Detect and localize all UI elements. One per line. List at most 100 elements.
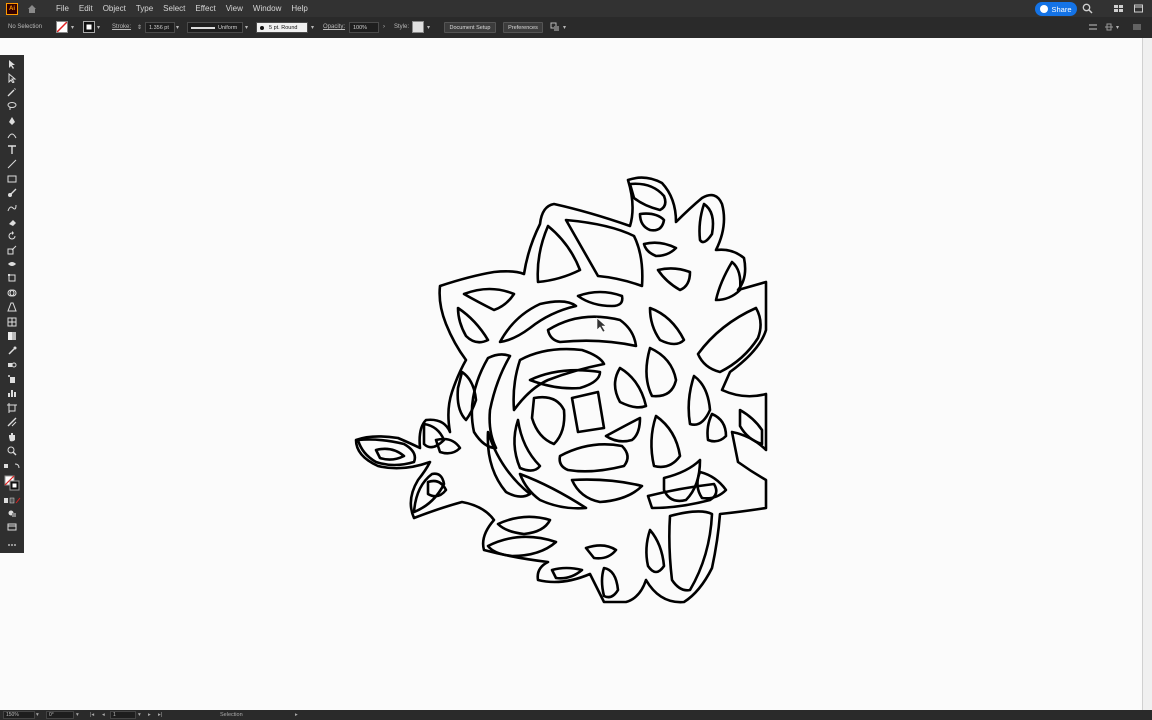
share-button[interactable]: Share xyxy=(1035,2,1077,16)
previous-artboard-icon[interactable]: ◂ xyxy=(102,712,105,718)
fill-swatch[interactable] xyxy=(56,21,68,33)
menu-effect[interactable]: Effect xyxy=(190,4,220,13)
perspective-grid-tool[interactable] xyxy=(6,301,17,312)
first-artboard-icon[interactable]: |◂ xyxy=(90,712,94,718)
search-icon[interactable] xyxy=(1082,3,1093,14)
menu-select[interactable]: Select xyxy=(158,4,190,13)
transform-icon[interactable] xyxy=(1104,22,1114,32)
leaf-cut xyxy=(422,422,446,449)
status-menu-icon[interactable]: ▸ xyxy=(295,712,298,718)
tools-panel xyxy=(0,55,24,553)
column-graph-tool[interactable] xyxy=(6,387,17,398)
opacity-expand-icon[interactable]: › xyxy=(383,24,385,30)
petal-cut xyxy=(642,241,678,258)
workspace-switcher-icon[interactable] xyxy=(1113,3,1124,14)
arrange-dropdown-icon[interactable]: ▾ xyxy=(563,24,566,31)
opacity-field[interactable]: 100% xyxy=(349,22,379,33)
next-artboard-icon[interactable]: ▸ xyxy=(148,712,151,718)
petal-cut xyxy=(530,395,566,446)
stroke-weight-dropdown-icon[interactable]: ▾ xyxy=(176,24,179,31)
swap-fill-stroke-icon[interactable] xyxy=(3,461,21,472)
menu-object[interactable]: Object xyxy=(98,4,131,13)
menu-edit[interactable]: Edit xyxy=(74,4,98,13)
symbol-sprayer-tool[interactable] xyxy=(6,373,17,384)
edit-toolbar-icon[interactable] xyxy=(6,539,17,550)
brush-definition[interactable]: 5 pt. Round xyxy=(256,22,308,33)
artboard-canvas[interactable] xyxy=(24,38,1142,710)
paintbrush-tool[interactable] xyxy=(6,187,17,198)
rotation-field[interactable]: 0° xyxy=(46,711,74,719)
brush-dot-icon xyxy=(260,25,264,30)
shaper-tool[interactable] xyxy=(6,202,17,213)
hand-tool[interactable] xyxy=(6,431,17,442)
style-swatch[interactable] xyxy=(412,21,424,33)
zoom-tool[interactable] xyxy=(6,445,17,456)
arrange-icon[interactable] xyxy=(550,22,560,32)
variable-width-profile[interactable]: Uniform xyxy=(187,22,243,33)
fill-dropdown-icon[interactable]: ▾ xyxy=(71,24,74,31)
brush-dropdown-icon[interactable]: ▾ xyxy=(311,24,314,31)
pen-tool[interactable] xyxy=(6,115,17,126)
selection-tool[interactable] xyxy=(6,58,17,69)
style-dropdown-icon[interactable]: ▾ xyxy=(427,24,430,31)
blend-tool[interactable] xyxy=(6,359,17,370)
scale-tool[interactable] xyxy=(6,244,17,255)
direct-selection-tool[interactable] xyxy=(6,72,17,83)
color-mode-icons[interactable] xyxy=(3,495,21,506)
profile-dropdown-icon[interactable]: ▾ xyxy=(245,24,248,31)
eyedropper-tool[interactable] xyxy=(6,345,17,356)
user-icon xyxy=(1040,5,1049,13)
draw-mode-icon[interactable] xyxy=(6,507,17,518)
home-icon[interactable] xyxy=(26,3,38,15)
arrange-documents-icon[interactable] xyxy=(1133,3,1144,14)
illustrator-logo: Ai xyxy=(6,2,18,15)
panel-menu-icon[interactable] xyxy=(1132,22,1142,32)
align-icon[interactable] xyxy=(1088,22,1098,32)
zoom-field[interactable]: 150% xyxy=(3,711,35,719)
fill-stroke-swatches[interactable] xyxy=(4,475,20,491)
stroke-swatch[interactable] xyxy=(83,21,95,33)
menu-help[interactable]: Help xyxy=(286,4,312,13)
eraser-tool[interactable] xyxy=(6,216,17,227)
gradient-tool[interactable] xyxy=(6,330,17,341)
petal-cut xyxy=(456,306,490,344)
last-artboard-icon[interactable]: ▸| xyxy=(158,712,162,718)
menu-type[interactable]: Type xyxy=(131,4,158,13)
document-setup-button[interactable]: Document Setup xyxy=(444,22,496,33)
stroke-label[interactable]: Stroke: xyxy=(112,24,131,30)
type-tool[interactable] xyxy=(6,144,17,155)
lasso-tool[interactable] xyxy=(6,100,17,111)
transform-dropdown-icon[interactable]: ▾ xyxy=(1116,24,1119,31)
petal-cut xyxy=(628,182,667,212)
menu-view[interactable]: View xyxy=(221,4,248,13)
artboard-field[interactable]: 1 xyxy=(110,711,136,719)
control-bar: No Selection ▾ ▾ Stroke: ⇕ 1.356 pt ▾ Un… xyxy=(0,17,1152,38)
width-tool[interactable] xyxy=(6,258,17,269)
stroke-weight-field[interactable]: 1.356 pt xyxy=(145,22,175,33)
vertical-scrollbar[interactable] xyxy=(1142,38,1152,710)
stroke-stepper-icon[interactable]: ⇕ xyxy=(137,24,142,31)
curvature-tool[interactable] xyxy=(6,129,17,140)
screen-mode-icon[interactable] xyxy=(6,521,17,532)
preferences-button[interactable]: Preferences xyxy=(503,22,543,33)
rectangle-tool[interactable] xyxy=(6,173,17,184)
artboard-tool[interactable] xyxy=(6,402,17,413)
line-tool[interactable] xyxy=(6,158,17,169)
magic-wand-tool[interactable] xyxy=(6,86,17,97)
slice-tool[interactable] xyxy=(6,416,17,427)
shape-builder-tool[interactable] xyxy=(6,287,17,298)
opacity-label[interactable]: Opacity: xyxy=(323,24,345,30)
zoom-dropdown-icon[interactable]: ▾ xyxy=(36,712,39,718)
menu-window[interactable]: Window xyxy=(248,4,286,13)
artboard-dropdown-icon[interactable]: ▾ xyxy=(138,712,141,718)
menu-file[interactable]: File xyxy=(51,4,74,13)
rotate-tool[interactable] xyxy=(6,230,17,241)
mesh-tool[interactable] xyxy=(6,316,17,327)
stroke-dropdown-icon[interactable]: ▾ xyxy=(97,24,100,31)
petal-cut xyxy=(714,260,742,302)
leaf-cut xyxy=(434,437,462,455)
free-transform-tool[interactable] xyxy=(6,272,17,283)
rose-artwork[interactable] xyxy=(24,38,1142,710)
rotation-dropdown-icon[interactable]: ▾ xyxy=(76,712,79,718)
petal-cut xyxy=(650,414,682,469)
